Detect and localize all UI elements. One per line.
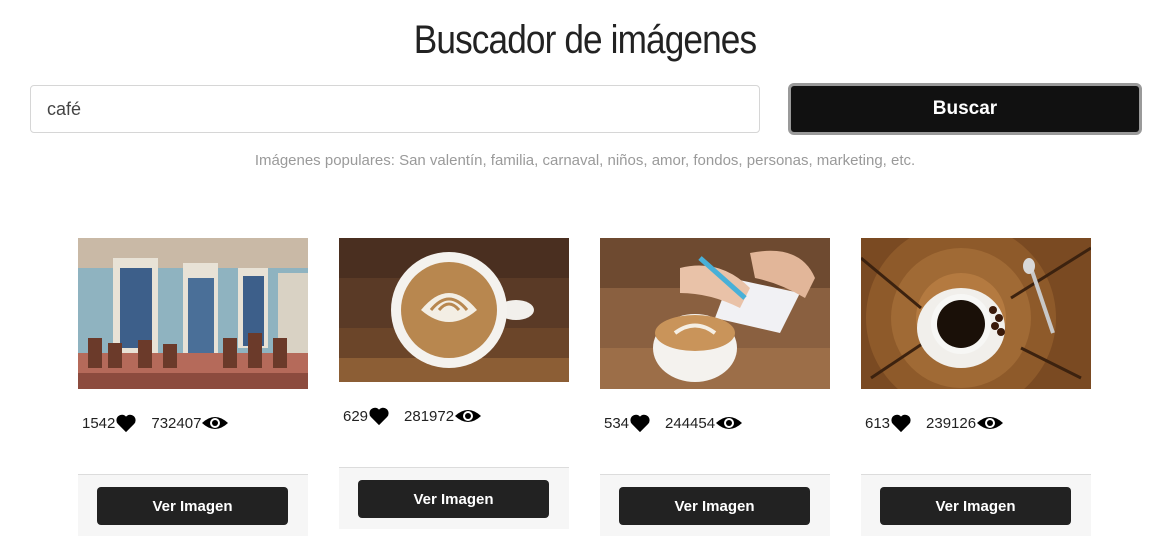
eye-icon: [716, 417, 743, 429]
views-stat: 239126: [926, 414, 1004, 432]
result-card: 629 281972 Ver Imagen: [339, 238, 569, 529]
likes-count: 1542: [82, 414, 116, 432]
views-stat: 732407: [151, 414, 229, 432]
heart-icon: [369, 407, 389, 426]
result-card: 613 239126 Ver Imagen: [861, 238, 1091, 536]
result-image[interactable]: [339, 238, 569, 382]
result-image[interactable]: [600, 238, 830, 389]
image-stats: 629 281972: [343, 406, 569, 426]
view-image-button[interactable]: Ver Imagen: [619, 487, 810, 525]
card-footer: Ver Imagen: [78, 474, 308, 536]
black-coffee-cup-photo: [861, 238, 1091, 389]
view-image-button[interactable]: Ver Imagen: [358, 480, 549, 518]
eye-icon: [455, 410, 482, 422]
writing-with-coffee-photo: [600, 238, 830, 389]
heart-icon: [630, 414, 650, 433]
views-count: 244454: [665, 414, 716, 432]
eye-icon: [202, 417, 229, 429]
view-image-button[interactable]: Ver Imagen: [97, 487, 288, 525]
views-count: 239126: [926, 414, 977, 432]
likes-count: 613: [865, 414, 891, 432]
result-card: 1542 732407 Ver Imagen: [78, 238, 308, 536]
image-stats: 613 239126: [865, 413, 1091, 433]
result-image[interactable]: [861, 238, 1091, 389]
image-stats: 534 244454: [604, 413, 830, 433]
result-image[interactable]: [78, 238, 308, 389]
views-stat: 281972: [404, 407, 482, 425]
views-count: 732407: [151, 414, 202, 432]
views-count: 281972: [404, 407, 455, 425]
view-image-button[interactable]: Ver Imagen: [880, 487, 1071, 525]
likes-count: 629: [343, 407, 369, 425]
likes-stat: 629: [343, 406, 390, 426]
image-stats: 1542 732407: [82, 413, 308, 433]
eye-icon: [977, 417, 1004, 429]
heart-icon: [116, 414, 136, 433]
views-stat: 244454: [665, 414, 743, 432]
latte-art-cup-photo: [339, 238, 569, 382]
popular-searches-text: Imágenes populares: San valentín, famili…: [254, 152, 916, 169]
likes-stat: 534: [604, 413, 651, 433]
card-footer: Ver Imagen: [339, 467, 569, 529]
card-footer: Ver Imagen: [861, 474, 1091, 536]
likes-stat: 1542: [82, 413, 137, 433]
result-card: 534 244454 Ver Imagen: [600, 238, 830, 536]
likes-stat: 613: [865, 413, 912, 433]
card-footer: Ver Imagen: [600, 474, 830, 536]
search-button[interactable]: Buscar: [788, 83, 1142, 135]
search-input[interactable]: [30, 85, 760, 133]
heart-icon: [891, 414, 911, 433]
likes-count: 534: [604, 414, 630, 432]
cafe-storefront-photo: [78, 238, 308, 389]
page-title: Buscador de imágenes: [413, 18, 757, 62]
